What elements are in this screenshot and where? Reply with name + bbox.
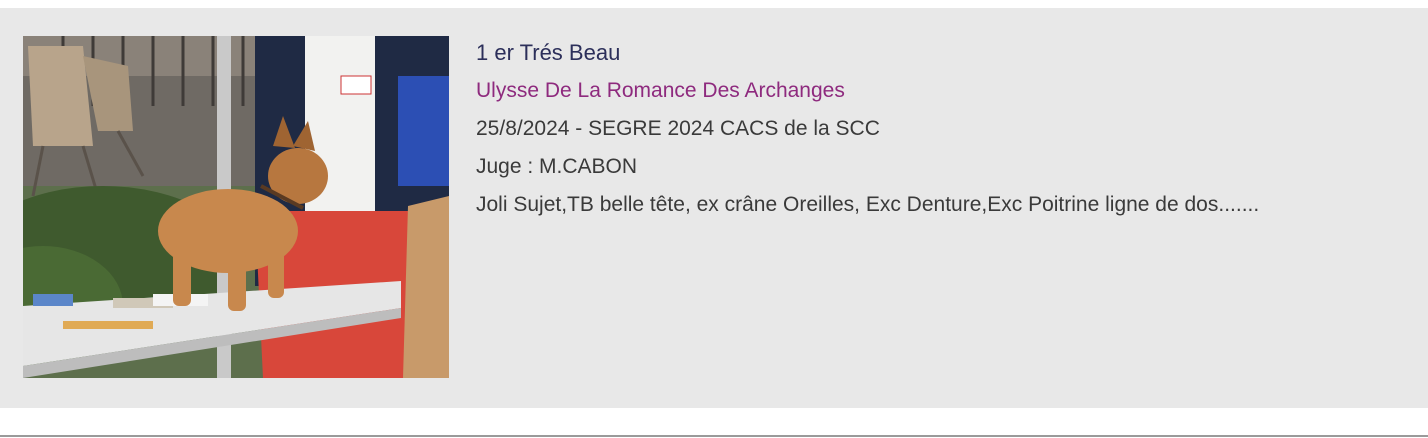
event-info: 25/8/2024 - SEGRE 2024 CACS de la SCC xyxy=(476,117,880,140)
result-card: 1 er Trés Beau Ulysse De La Romance Des … xyxy=(0,8,1428,408)
judge-info: Juge : M.CABON xyxy=(476,155,638,178)
judge-comment: Joli Sujet,TB belle tête, ex crâne Oreil… xyxy=(476,193,1260,216)
result-details: 1 er Trés Beau Ulysse De La Romance Des … xyxy=(476,34,1416,224)
divider xyxy=(0,435,1428,437)
page: 1 er Trés Beau Ulysse De La Romance Des … xyxy=(0,0,1428,438)
dog-name-link[interactable]: Ulysse De La Romance Des Archanges xyxy=(476,72,1416,110)
result-rank: 1 er Trés Beau xyxy=(476,40,621,65)
dog-photo[interactable] xyxy=(23,36,449,378)
